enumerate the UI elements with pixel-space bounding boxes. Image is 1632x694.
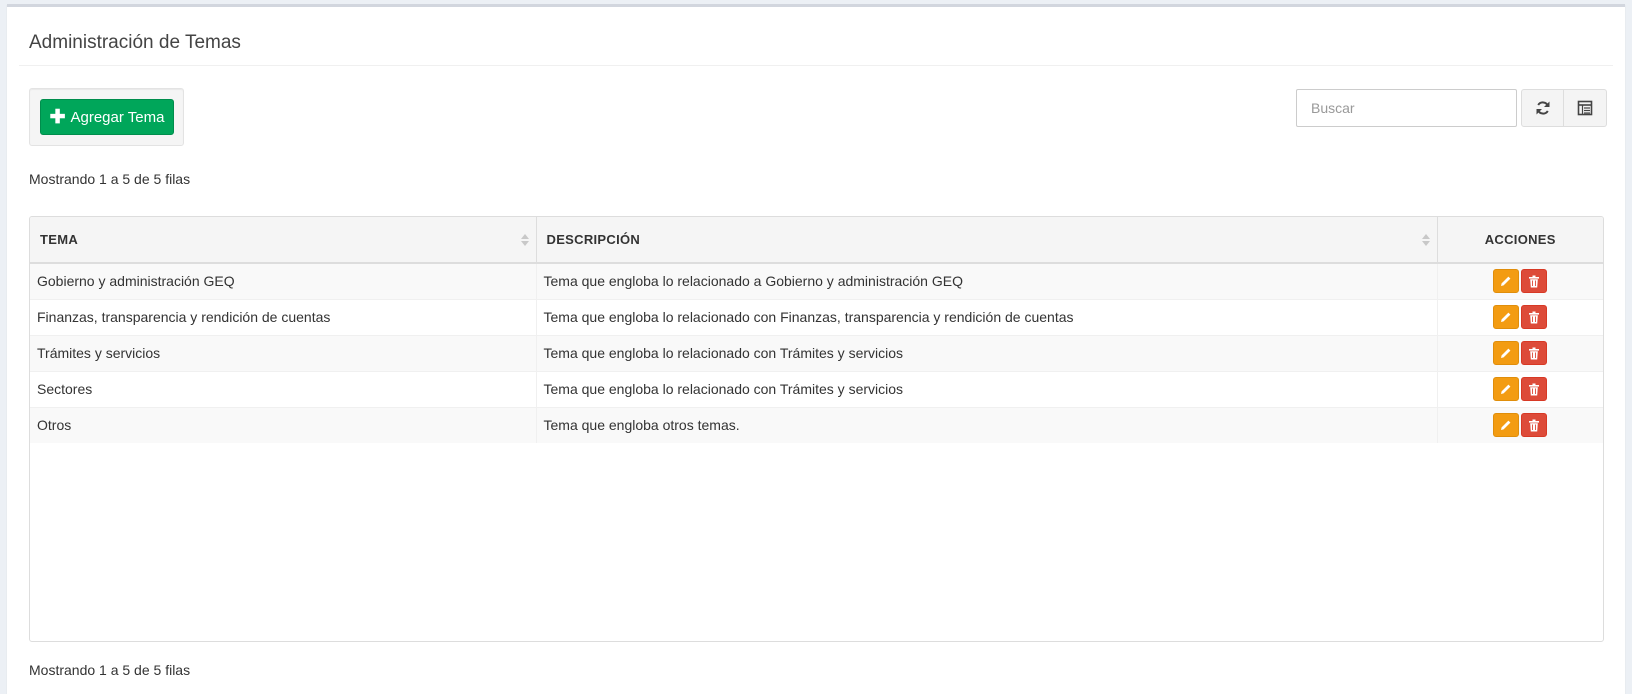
delete-button[interactable] [1521,341,1548,365]
page-title: Administración de Temas [29,32,241,53]
delete-button[interactable] [1521,269,1548,294]
table-row: Gobierno y administración GEQ Tema que e… [30,262,1603,299]
column-header-descripcion[interactable]: DESCRIPCIÓN [535,217,1437,264]
columns-button[interactable] [1564,89,1607,127]
table-row: Trámites y servicios Tema que engloba lo… [30,334,1603,371]
cell-tema: Trámites y servicios [30,334,536,371]
add-tema-label: Agregar Tema [70,108,165,126]
table-header-row: TEMA DESCRIPCIÓN ACCIONES [30,217,1603,264]
cell-tema: Otros [30,406,536,443]
temas-table: TEMA DESCRIPCIÓN ACCIONES Gobierno y adm… [29,216,1604,642]
refresh-button[interactable] [1521,89,1564,127]
table-tools [1521,89,1607,127]
cell-tema: Gobierno y administración GEQ [30,262,536,299]
add-tema-button[interactable]: ✚ Agregar Tema [40,99,174,135]
header-divider [19,65,1613,66]
edit-button[interactable] [1493,305,1520,329]
cell-tema: Finanzas, transparencia y rendición de c… [30,298,536,335]
delete-button[interactable] [1521,305,1548,329]
delete-button[interactable] [1521,413,1548,438]
cell-descripcion: Tema que engloba lo relacionado con Trám… [535,370,1437,407]
edit-button[interactable] [1493,341,1520,365]
trash-icon [1529,347,1540,359]
cell-actions [1436,262,1603,299]
pencil-icon [1501,384,1511,394]
cell-descripcion: Tema que engloba otros temas. [535,406,1437,443]
cell-actions [1436,406,1603,443]
pagination-info-top: Mostrando 1 a 5 de 5 filas [29,171,191,187]
pagination-info-bottom: Mostrando 1 a 5 de 5 filas [29,662,191,678]
cell-tema: Sectores [30,370,536,407]
trash-icon [1529,383,1540,395]
edit-button[interactable] [1493,269,1520,294]
sort-icon [520,233,529,246]
trash-icon [1529,275,1540,288]
cell-descripcion: Tema que engloba lo relacionado a Gobier… [535,262,1437,299]
pencil-icon [1501,276,1511,287]
cell-descripcion: Tema que engloba lo relacionado con Trám… [535,334,1437,371]
edit-button[interactable] [1493,413,1520,438]
columns-list-icon [1577,100,1593,116]
trash-icon [1529,419,1540,432]
search-input[interactable] [1296,89,1517,127]
table-row: Finanzas, transparencia y rendición de c… [30,298,1603,335]
cell-actions [1436,334,1603,371]
sort-icon [1421,233,1430,246]
pencil-icon [1501,312,1511,322]
column-header-tema[interactable]: TEMA [30,217,536,264]
content-box: Administración de Temas ✚ Agregar Tema B… [7,4,1625,694]
plus-icon: ✚ [49,106,66,128]
cell-descripcion: Tema que engloba lo relacionado con Fina… [535,298,1437,335]
edit-button[interactable] [1493,377,1520,401]
pencil-icon [1501,420,1511,431]
cell-actions [1436,370,1603,407]
delete-button[interactable] [1521,377,1548,401]
trash-icon [1529,311,1540,323]
pencil-icon [1501,348,1511,358]
table-row: Sectores Tema que engloba lo relacionado… [30,370,1603,407]
column-header-acciones: ACCIONES [1436,217,1603,264]
refresh-icon [1536,101,1549,115]
table-row: Otros Tema que engloba otros temas. [30,406,1603,443]
cell-actions [1436,298,1603,335]
toolbar: ✚ Agregar Tema [29,88,184,146]
